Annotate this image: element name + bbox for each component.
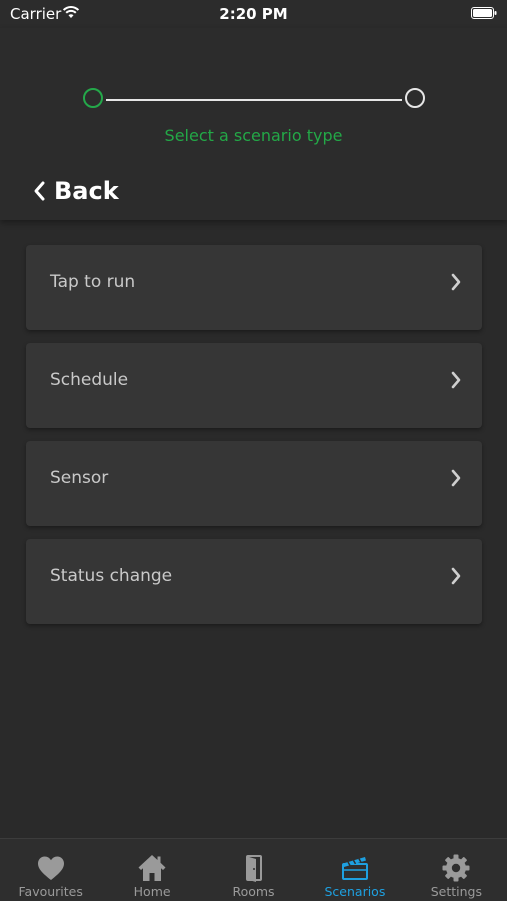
step-2-indicator <box>405 88 425 108</box>
tab-label: Favourites <box>18 884 83 899</box>
tab-rooms[interactable]: Rooms <box>203 839 304 901</box>
door-icon <box>245 855 262 882</box>
tab-label: Scenarios <box>324 884 386 899</box>
chevron-right-icon <box>451 273 461 291</box>
stepper-line <box>106 99 402 101</box>
gear-icon <box>442 854 470 882</box>
back-label: Back <box>54 177 119 205</box>
chevron-right-icon <box>451 567 461 585</box>
scenario-type-schedule[interactable]: Schedule <box>26 343 482 428</box>
step-label: Select a scenario type <box>164 126 343 145</box>
battery-icon <box>471 7 497 19</box>
clock: 2:20 PM <box>219 5 288 23</box>
scenario-type-sensor[interactable]: Sensor <box>26 441 482 526</box>
tab-label: Rooms <box>232 884 275 899</box>
tab-scenarios[interactable]: Scenarios <box>304 839 405 901</box>
chevron-right-icon <box>451 371 461 389</box>
status-bar: Carrier 2:20 PM <box>0 0 507 28</box>
scenario-type-tap-to-run[interactable]: Tap to run <box>26 245 482 330</box>
list-item-label: Schedule <box>50 370 129 390</box>
chevron-left-icon <box>34 181 45 201</box>
house-icon <box>138 855 166 881</box>
tab-label: Home <box>133 884 171 899</box>
header: Select a scenario type Back <box>0 28 507 220</box>
tab-settings[interactable]: Settings <box>406 839 507 901</box>
heart-icon <box>37 856 64 880</box>
tab-label: Settings <box>430 884 482 899</box>
tab-bar: Favourites Home Rooms Scenarios Settings <box>0 838 507 901</box>
clapperboard-icon <box>341 857 368 880</box>
tab-favourites[interactable]: Favourites <box>0 839 101 901</box>
chevron-right-icon <box>451 469 461 487</box>
list-item-label: Tap to run <box>50 272 136 292</box>
step-1-indicator <box>83 88 103 108</box>
scenario-type-status-change[interactable]: Status change <box>26 539 482 624</box>
tab-home[interactable]: Home <box>101 839 202 901</box>
back-button[interactable]: Back <box>32 176 119 206</box>
progress-stepper <box>82 86 426 114</box>
list-item-label: Status change <box>50 566 173 586</box>
list-item-label: Sensor <box>50 468 109 488</box>
scenario-type-list: Tap to run Schedule Sensor Status change <box>26 245 482 637</box>
